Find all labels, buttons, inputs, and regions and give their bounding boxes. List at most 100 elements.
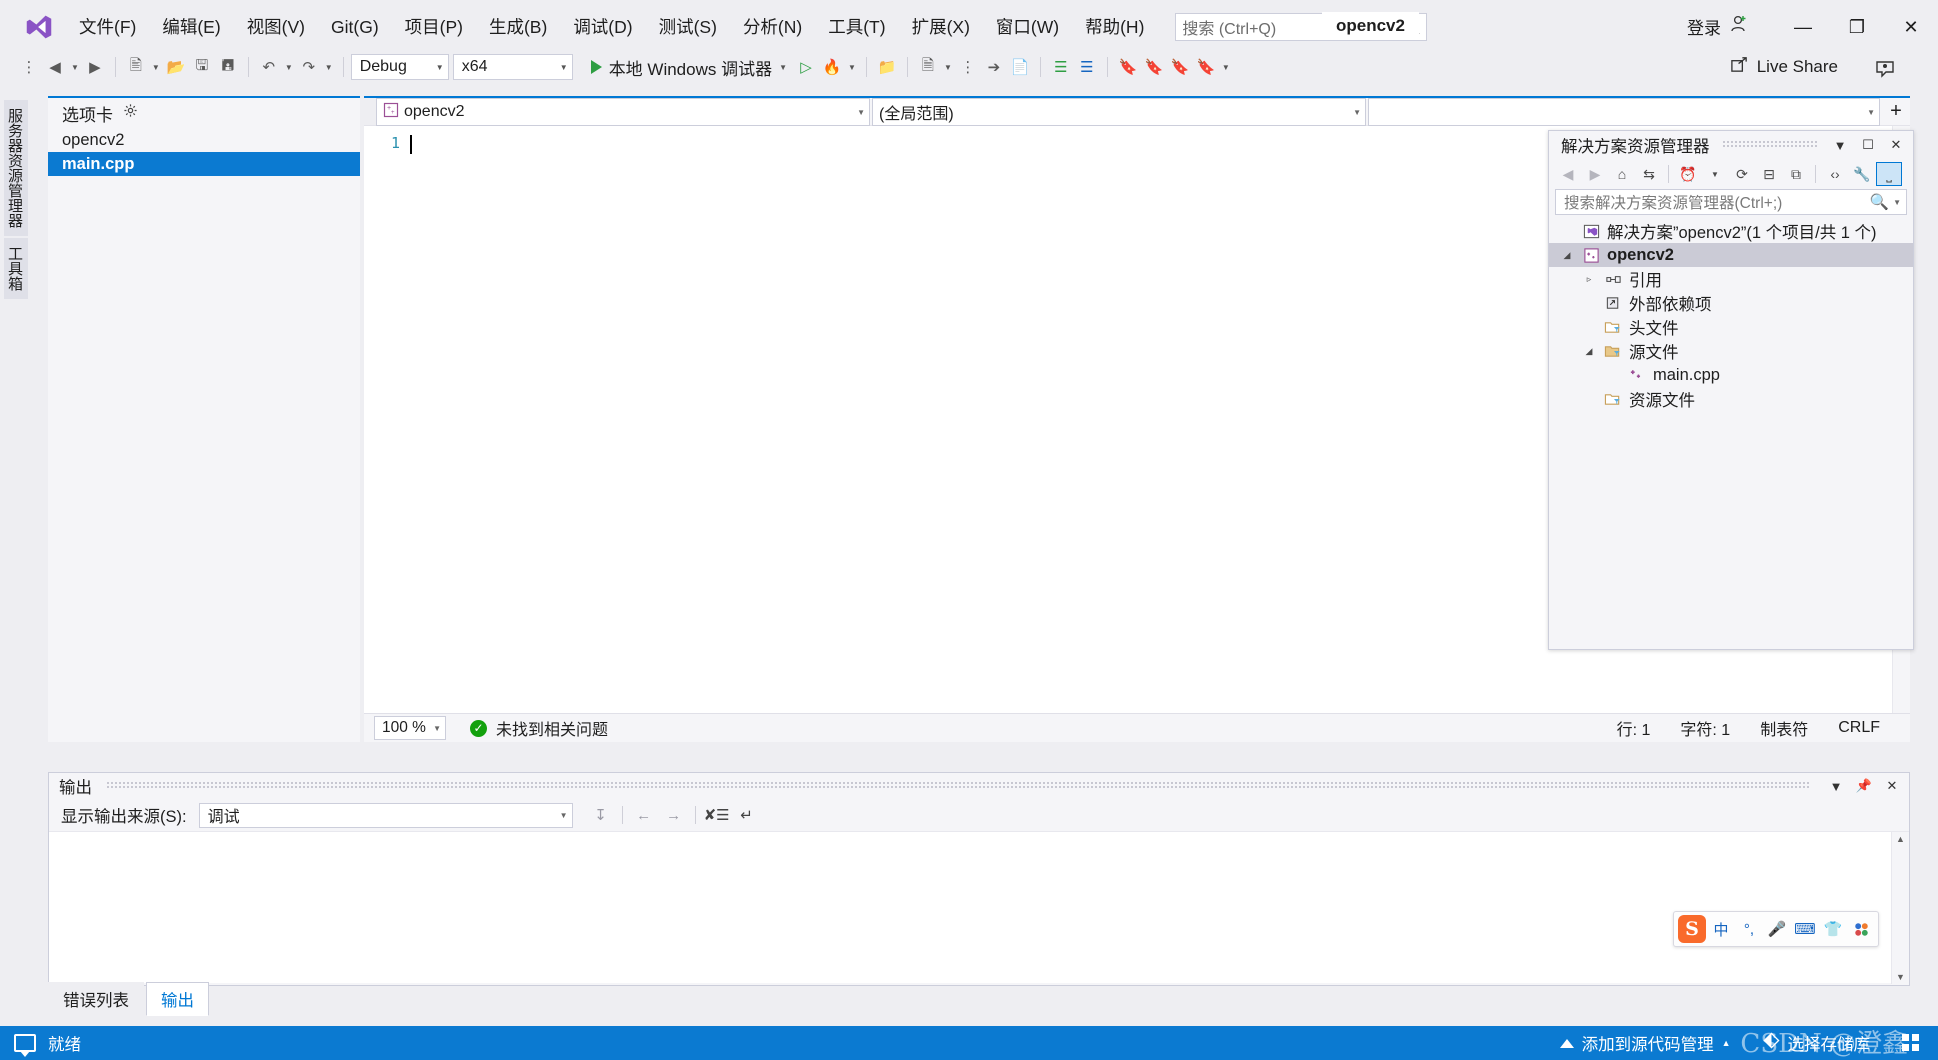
refresh-icon[interactable]: ⟳	[1729, 162, 1755, 186]
show-all-files-icon[interactable]: ⧉	[1783, 162, 1809, 186]
output-vertical-scrollbar[interactable]: ▲ ▼	[1891, 832, 1909, 984]
solution-explorer-icon[interactable]: 📁	[874, 54, 900, 80]
previous-bookmark-icon[interactable]: 🔖	[1141, 54, 1167, 80]
navbar-scope-combo[interactable]: (全局范围) ▼	[872, 98, 1366, 126]
window-layout-dropdown-icon[interactable]: ▼	[941, 63, 955, 72]
menu-window[interactable]: 窗口(W)	[983, 11, 1072, 44]
add-split-view-icon[interactable]: +	[1882, 98, 1910, 125]
navbar-member-combo[interactable]: ▼	[1368, 98, 1880, 126]
pin-icon[interactable]: 📌	[1853, 775, 1875, 797]
tree-item-project[interactable]: ◢ opencv2	[1549, 243, 1913, 267]
tree-item-header-files[interactable]: 头文件	[1549, 315, 1913, 339]
select-repository-button[interactable]: 选择存储库	[1762, 1031, 1870, 1055]
solution-configuration-combo[interactable]: Debug ▼	[350, 54, 449, 80]
tree-item-file-main-cpp[interactable]: main.cpp	[1549, 363, 1913, 387]
expand-twisty-icon[interactable]: ◢	[1559, 250, 1575, 261]
tab-output[interactable]: 输出	[146, 982, 209, 1016]
tree-item-resource-files[interactable]: 资源文件	[1549, 387, 1913, 411]
hot-reload-icon[interactable]: 🔥	[819, 54, 845, 80]
new-project-icon[interactable]: 🖹	[123, 54, 149, 80]
close-icon[interactable]: ✕	[1881, 775, 1903, 797]
find-next-message-icon[interactable]: →	[660, 802, 688, 828]
window-layout-icon[interactable]: 🗎	[915, 54, 941, 80]
sign-in-control[interactable]: 登录	[1687, 14, 1748, 39]
pointer-select-icon[interactable]: ➔	[981, 54, 1007, 80]
back-icon[interactable]: ◀	[1555, 162, 1581, 186]
properties-wrench-icon[interactable]: 🔧	[1849, 162, 1875, 186]
menu-analyze[interactable]: 分析(N)	[730, 11, 815, 44]
maximize-restore-button[interactable]: ❐	[1830, 7, 1884, 47]
close-button[interactable]: ✕	[1884, 7, 1938, 47]
chevron-down-icon[interactable]: ▼	[1825, 775, 1847, 797]
ime-soft-keyboard-icon[interactable]: ⌨	[1792, 916, 1818, 942]
menu-view[interactable]: 视图(V)	[234, 11, 318, 44]
tree-item-references[interactable]: ▹ 引用	[1549, 267, 1913, 291]
home-icon[interactable]: ⌂	[1609, 162, 1635, 186]
navigate-forward-icon[interactable]: ▶	[82, 54, 108, 80]
code-view-icon[interactable]: ‹›	[1822, 162, 1848, 186]
ime-skin-icon[interactable]: 👕	[1820, 916, 1846, 942]
save-all-icon[interactable]: 🖪	[215, 54, 241, 80]
vtab-toolbox[interactable]: 工具箱	[4, 238, 28, 299]
menu-help[interactable]: 帮助(H)	[1072, 11, 1157, 44]
scroll-down-icon[interactable]: ▼	[1892, 970, 1909, 984]
jump-to-source-icon[interactable]: ↧	[587, 802, 615, 828]
menu-debug[interactable]: 调试(D)	[560, 11, 645, 44]
clear-bookmarks-icon[interactable]: 🔖	[1193, 54, 1219, 80]
tab-error-list[interactable]: 错误列表	[48, 982, 144, 1016]
chevron-down-icon[interactable]: ▼	[1829, 134, 1851, 156]
sync-with-active-document-icon[interactable]: ⇆	[1636, 162, 1662, 186]
solution-platform-combo[interactable]: x64 ▼	[452, 54, 573, 80]
live-share-button[interactable]: Live Share	[1730, 55, 1838, 79]
expand-twisty-icon[interactable]: ◢	[1581, 346, 1597, 357]
chevron-down-icon[interactable]: ▼	[1889, 198, 1901, 207]
tree-item-source-files[interactable]: ◢ 源文件	[1549, 339, 1913, 363]
preview-selected-items-icon[interactable]: ⎵	[1876, 162, 1902, 186]
hot-reload-dropdown-icon[interactable]: ▼	[845, 63, 859, 72]
output-text-area[interactable]: ▲ ▼ S 中 °, 🎤 ⌨ 👕	[49, 831, 1909, 984]
undo-dropdown-icon[interactable]: ▼	[282, 63, 296, 72]
layout-grid-icon[interactable]	[1902, 1034, 1920, 1052]
redo-icon[interactable]: ↷	[296, 54, 322, 80]
panel-drag-dots[interactable]	[106, 782, 1811, 790]
panel-drag-dots[interactable]	[1721, 141, 1817, 149]
navigate-backward-dropdown-icon[interactable]: ▼	[68, 63, 82, 72]
maximize-panel-icon[interactable]: ☐	[1857, 134, 1879, 156]
menu-project[interactable]: 项目(P)	[392, 11, 476, 44]
forward-icon[interactable]: ▶	[1582, 162, 1608, 186]
collapse-all-icon[interactable]: ⊟	[1756, 162, 1782, 186]
new-project-dropdown-icon[interactable]: ▼	[149, 63, 163, 72]
chevron-down-icon[interactable]: ▼	[1702, 162, 1728, 186]
ime-voice-input-icon[interactable]: 🎤	[1764, 916, 1790, 942]
ime-punctuation-icon[interactable]: °,	[1736, 916, 1762, 942]
expand-twisty-icon[interactable]: ▹	[1581, 274, 1597, 285]
new-window-icon[interactable]: 📄	[1007, 54, 1033, 80]
find-previous-message-icon[interactable]: ←	[630, 802, 658, 828]
list-item[interactable]: opencv2	[48, 128, 360, 152]
live-share-session-icon[interactable]	[1874, 58, 1896, 85]
menu-edit[interactable]: 编辑(E)	[149, 11, 233, 44]
comment-selection-icon[interactable]: ☰	[1048, 54, 1074, 80]
solution-explorer-search-input[interactable]: 搜索解决方案资源管理器(Ctrl+;) 🔍 ▼	[1555, 189, 1907, 215]
tree-item-solution[interactable]: 解决方案”opencv2”(1 个项目/共 1 个)	[1549, 219, 1913, 243]
clear-all-icon[interactable]: ✘☰	[703, 802, 731, 828]
ime-toolbox-icon[interactable]	[1848, 916, 1874, 942]
scroll-up-icon[interactable]: ▲	[1892, 832, 1909, 846]
output-source-combo[interactable]: 调试 ▼	[198, 802, 573, 828]
list-item[interactable]: main.cpp	[48, 152, 360, 176]
toolbar-overflow-icon[interactable]: ▼	[1219, 63, 1233, 72]
menu-tools[interactable]: 工具(T)	[815, 11, 898, 44]
toolbar-drag-handle-icon[interactable]: ⋮	[16, 54, 42, 80]
vtab-server-explorer[interactable]: 服务器资源管理器	[4, 100, 28, 236]
save-icon[interactable]: 🖫	[189, 54, 215, 80]
ime-chinese-mode-icon[interactable]: 中	[1708, 916, 1734, 942]
sogou-ime-logo-icon[interactable]: S	[1678, 915, 1706, 943]
open-file-icon[interactable]: 📂	[163, 54, 189, 80]
navbar-project-combo[interactable]: + + opencv2 ▼	[376, 98, 870, 126]
toggle-bookmark-icon[interactable]: 🔖	[1115, 54, 1141, 80]
navigate-backward-icon[interactable]: ◀	[42, 54, 68, 80]
minimize-button[interactable]: —	[1776, 7, 1830, 47]
menu-git[interactable]: Git(G)	[318, 11, 392, 44]
undo-icon[interactable]: ↶	[256, 54, 282, 80]
menu-extensions[interactable]: 扩展(X)	[899, 11, 983, 44]
